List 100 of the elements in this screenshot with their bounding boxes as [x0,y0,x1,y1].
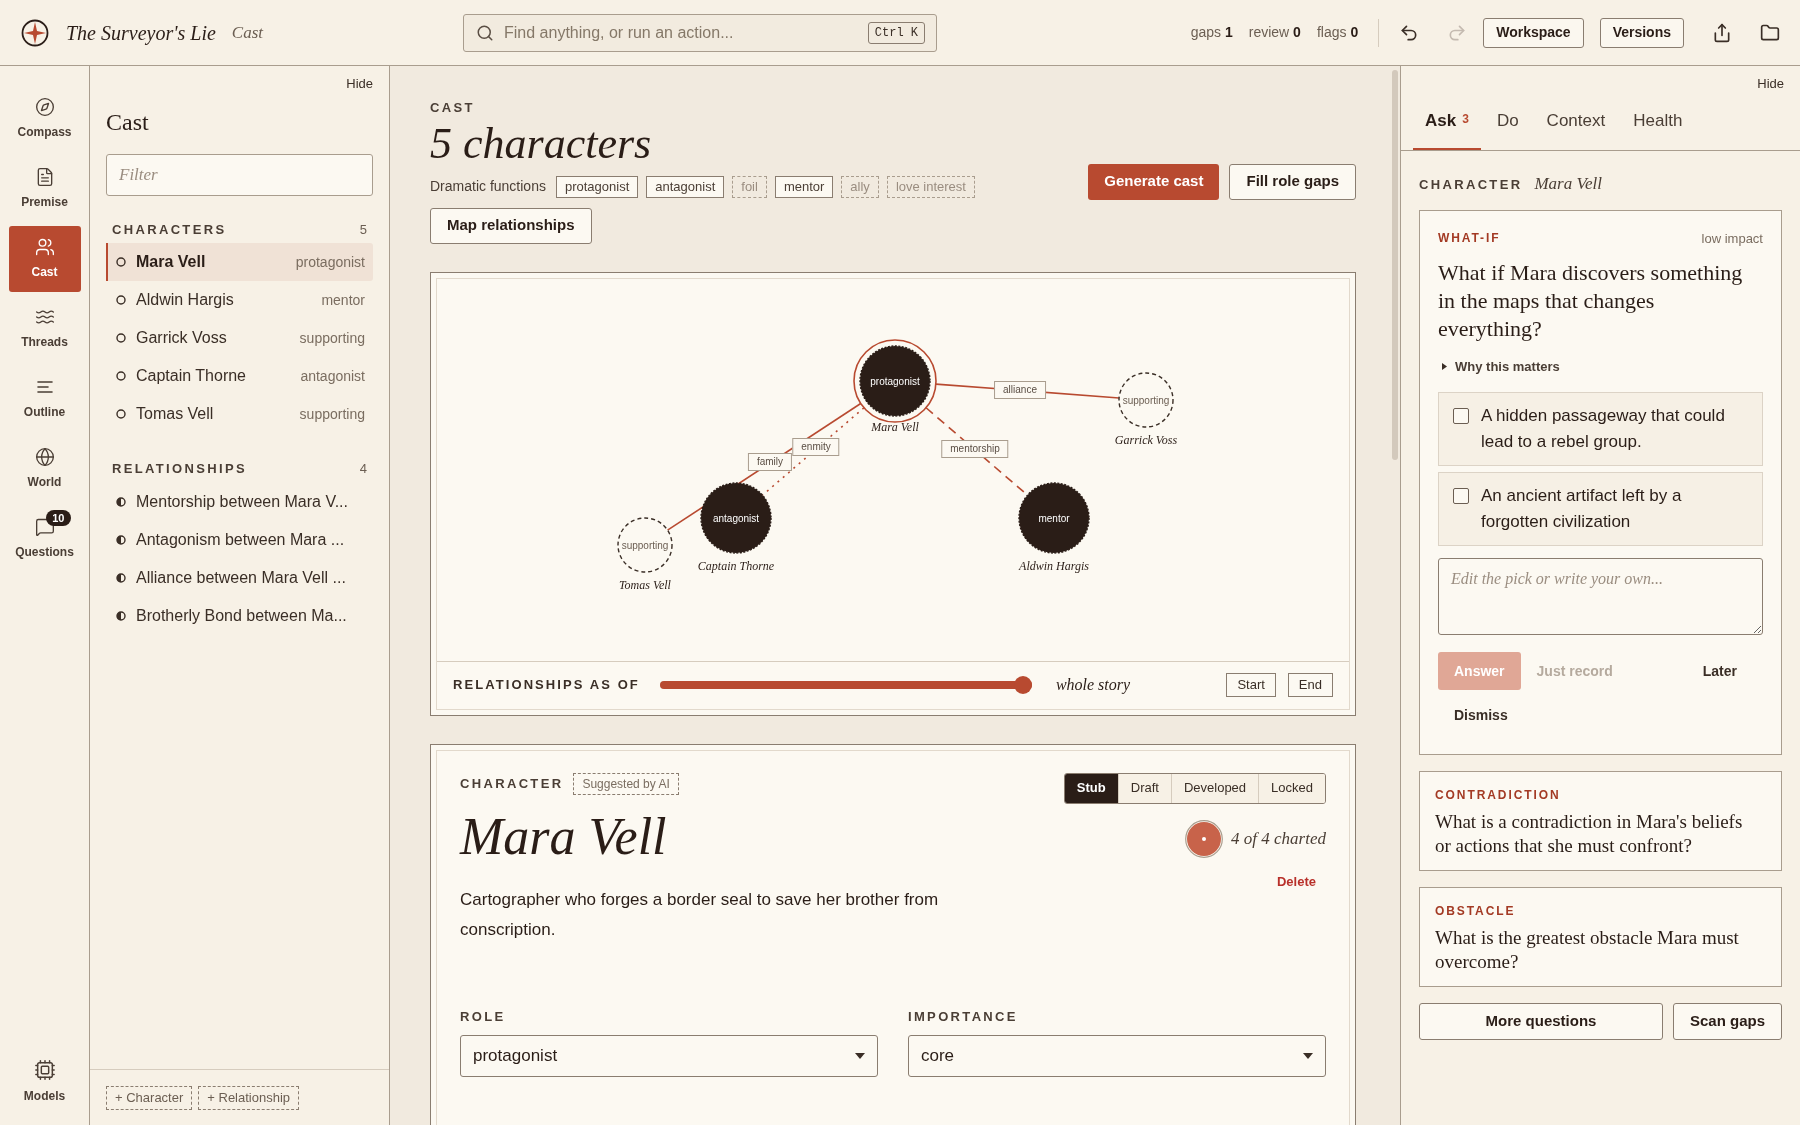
scrollbar[interactable] [1392,70,1398,460]
filter-field[interactable]: Filter [106,153,373,196]
rail-nav-item[interactable]: Threads [8,296,81,362]
stage-tab[interactable]: Draft [1117,773,1171,803]
character-item[interactable]: Tomas Vell supporting [106,395,373,433]
checkbox[interactable] [1453,488,1469,504]
project-title: The Surveyor's Lie [66,20,216,47]
node-role-label: supporting [621,538,669,552]
timeline-reading: whole story [1055,675,1131,696]
circle-icon [116,257,126,267]
panel-tab[interactable]: Context [1534,107,1618,150]
question-card[interactable]: OBSTACLE What is the greatest obstacle Mara must overcome? [1419,887,1782,987]
status-counter: flags 0 [1316,23,1359,42]
character-node[interactable] [1118,371,1174,428]
folder-icon[interactable] [1760,22,1780,43]
disclosure-toggle[interactable]: Why this matters [1442,356,1560,376]
node-name: Garrick Voss [1114,431,1178,449]
relationship-item[interactable]: Alliance between Mara Vell ... [106,558,373,597]
header-button[interactable]: Workspace [1483,17,1584,48]
dropdown-caret-icon [1303,1052,1313,1059]
generate-button[interactable]: Generate cast [1088,163,1220,200]
people-icon [34,237,55,257]
rail-nav-item[interactable]: World [8,436,81,502]
timeline-button[interactable]: Start [1226,673,1276,697]
character-description: Cartographer who forges a border seal to save her brother from conscription. [460,889,940,941]
select-field[interactable]: protagonist [460,1034,878,1077]
half-circle-icon [116,534,126,545]
relationship-item[interactable]: Antagonism between Mara ... [106,520,373,559]
panel-tab[interactable]: Ask 3 [1413,107,1481,150]
stage-tab[interactable]: Locked [1258,773,1325,803]
answer-field[interactable]: Edit the pick or write your own... [1438,558,1763,635]
node-name: Tomas Vell [619,576,671,594]
character-node[interactable] [1018,481,1090,554]
add-button[interactable]: + Character [106,1085,193,1110]
select-field[interactable]: core [908,1034,1326,1077]
half-circle-icon [116,496,126,507]
ai-suggested-tag: Suggested by AI [573,772,679,795]
action-link[interactable]: Later [1686,652,1753,690]
question-text: What is a contradiction in Mara's beliefs or actions that she must confront? [1435,810,1744,858]
sidebar-title: Cast [106,107,150,137]
dropdown-caret-icon [855,1052,865,1059]
character-name: Mara Vell [460,806,668,867]
timeline-slider[interactable] [659,676,1032,694]
stage-tab[interactable]: Stub [1064,773,1118,803]
answer-option[interactable]: A hidden passageway that could lead to a rebel group. [1438,392,1763,466]
node-role-label: protagonist [870,374,920,388]
checkbox[interactable] [1453,408,1469,424]
share-icon[interactable] [1712,22,1732,43]
node-name: Mara Vell [871,418,919,436]
section-heading: CHARACTERS [112,220,227,239]
timeline-button[interactable]: End [1287,673,1333,697]
character-node[interactable] [700,481,772,554]
panel-button[interactable]: More questions [1419,1003,1663,1040]
slider-thumb[interactable] [1013,676,1032,694]
node-name: Aldwin Hargis [1019,557,1089,575]
character-item[interactable]: Mara Vell protagonist [106,243,373,281]
rail-nav-item[interactable]: Questions 10 [8,506,81,572]
rail-nav-item[interactable]: Premise [8,156,81,222]
character-item[interactable]: Garrick Voss supporting [106,319,373,357]
relationship-item[interactable]: Mentorship between Mara V... [106,482,373,521]
fill-gaps-button[interactable]: Fill role gaps [1229,163,1356,200]
edge-label: mentorship [941,439,1009,458]
hide-button[interactable]: Hide [346,74,373,94]
globe-icon [34,447,55,467]
answer-option[interactable]: An ancient artifact left by a forgotten civilization [1438,472,1763,546]
compass-logo-icon [20,17,50,48]
header-button[interactable]: Versions [1599,17,1684,48]
rail-nav-item[interactable]: Compass [8,86,81,152]
panel-button[interactable]: Scan gaps [1672,1003,1782,1040]
delete-link[interactable]: Delete [1276,871,1316,891]
status-counter: gaps 1 [1190,23,1233,42]
search-icon [476,23,494,42]
section-count: 4 [359,460,367,478]
page-eyebrow: CAST [430,99,476,117]
rail-nav-item[interactable]: Cast [8,226,81,292]
map-relationships-button[interactable]: Map relationships [430,207,592,244]
character-item[interactable]: Captain Thorne antagonist [106,357,373,395]
edge-label: alliance [994,380,1046,399]
timeline-label: RELATIONSHIPS AS OF [453,676,640,695]
add-button[interactable]: + Relationship [198,1085,300,1110]
function-tag: ally [841,175,879,198]
rail-nav-item[interactable]: Outline [8,366,81,432]
character-node[interactable] [853,338,937,423]
chip-icon [33,1059,56,1081]
character-item[interactable]: Aldwin Hargis mentor [106,281,373,319]
panel-tab[interactable]: Do [1484,107,1531,150]
caret-icon [1442,362,1447,370]
compass-icon [34,97,55,117]
character-node[interactable] [617,516,673,573]
function-tag: mentor [774,175,834,198]
question-card[interactable]: CONTRADICTION What is a contradiction in Mara's beliefs or actions that she must confront? [1419,771,1782,871]
action-link[interactable]: Dismiss [1438,696,1524,734]
half-circle-icon [116,610,126,621]
edge-label: enmity [792,437,840,456]
panel-tab[interactable]: Health [1621,107,1695,150]
relationship-item[interactable]: Brotherly Bond between Ma... [106,596,373,635]
rail-nav-item[interactable]: Models [8,1049,81,1115]
hide-button[interactable]: Hide [1757,74,1784,94]
stage-tab[interactable]: Developed [1170,773,1259,803]
count-badge: 10 [46,510,71,526]
